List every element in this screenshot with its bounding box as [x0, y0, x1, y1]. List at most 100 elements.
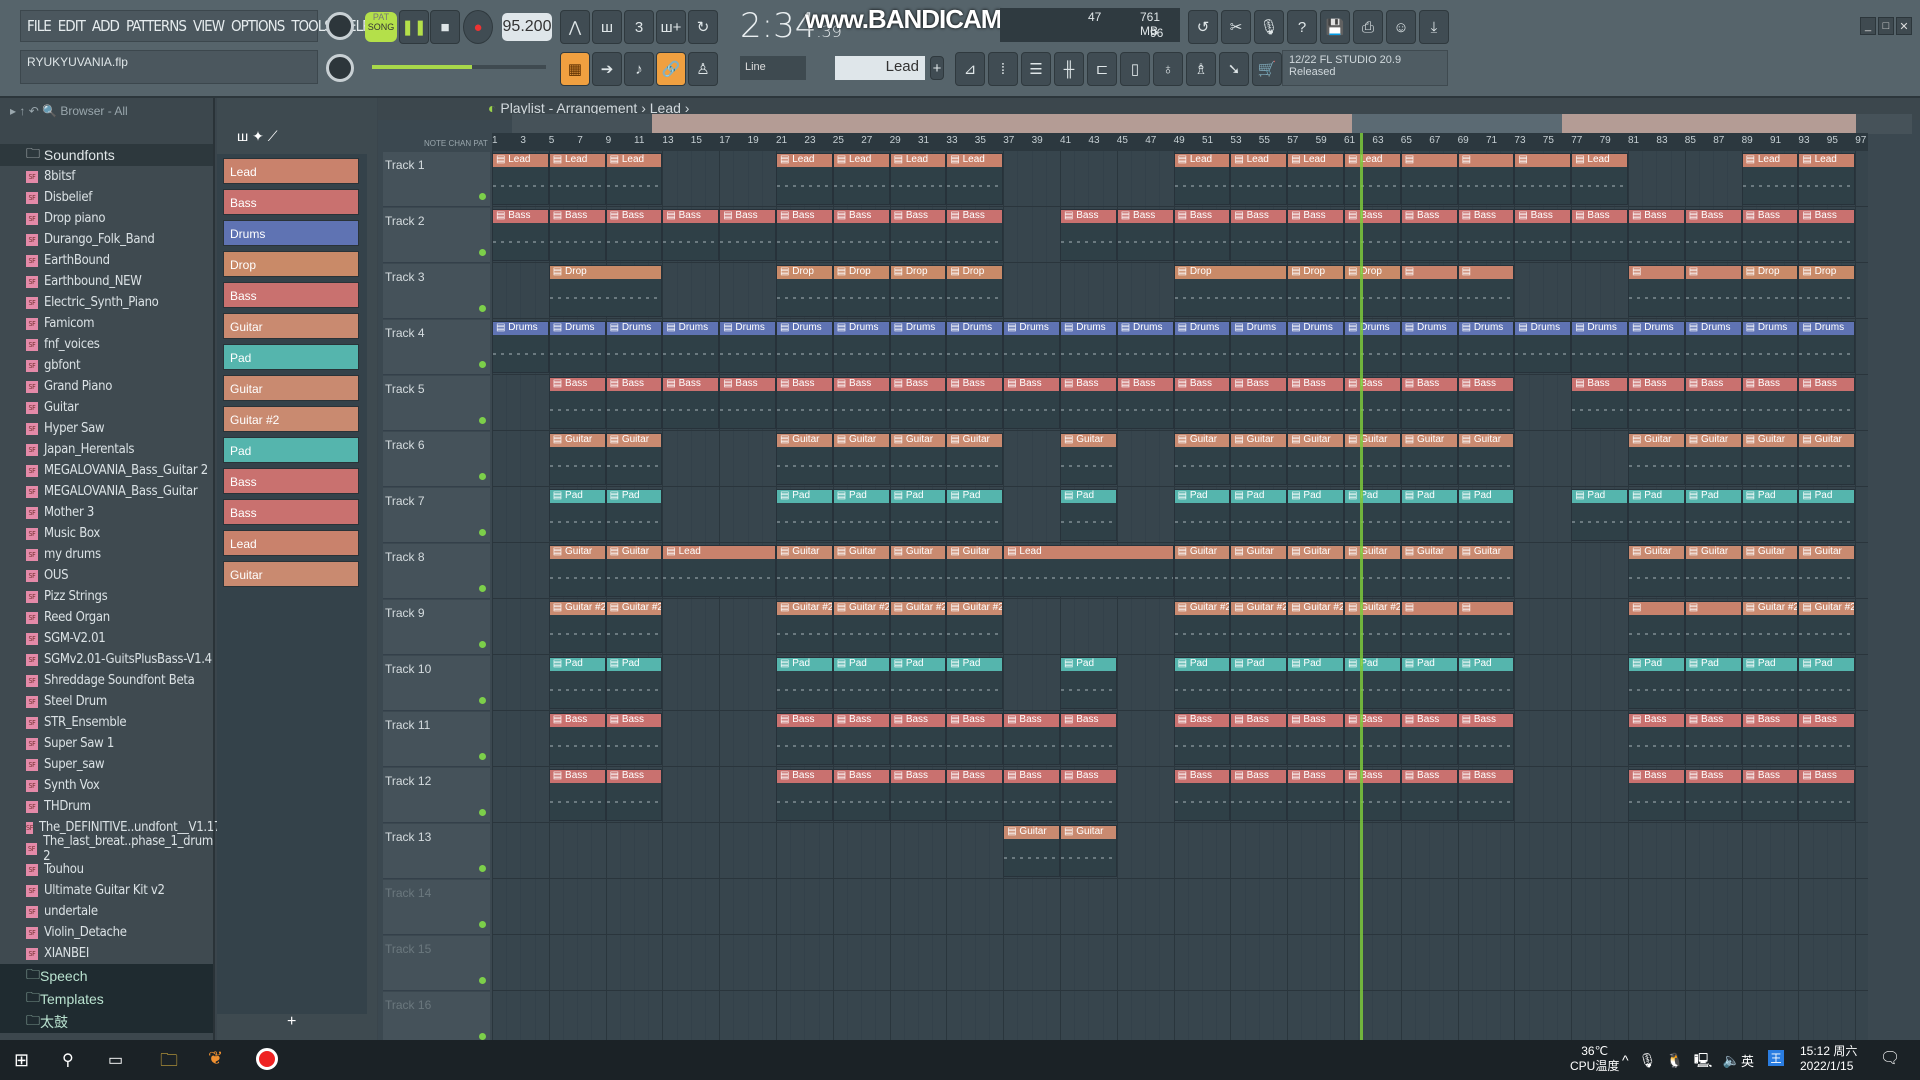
- minimize-icon[interactable]: _: [1860, 17, 1876, 35]
- clip-guitar-2[interactable]: ▤ Guitar #2: [832, 601, 890, 653]
- clip-bass[interactable]: ▤ Bass: [548, 377, 606, 429]
- clip-pattern[interactable]: ▤: [1457, 601, 1515, 653]
- clip-drums[interactable]: ▤ Drums: [1003, 321, 1060, 373]
- clip-guitar[interactable]: ▤ Guitar: [1060, 825, 1117, 877]
- clip-pad[interactable]: ▤ Pad: [776, 657, 833, 709]
- clip-drums[interactable]: ▤ Drums: [889, 321, 947, 373]
- clip-pad[interactable]: ▤ Pad: [1457, 489, 1515, 541]
- clip-pattern[interactable]: ▤: [1628, 265, 1685, 317]
- clip-bass[interactable]: ▤ Bass: [1741, 377, 1799, 429]
- mixer-faders-icon[interactable]: ╫: [1054, 52, 1084, 86]
- clip-guitar-2[interactable]: ▤ Guitar #2: [1344, 601, 1401, 653]
- clip-guitar-2[interactable]: ▤ Guitar #2: [1287, 601, 1344, 653]
- clip-drums[interactable]: ▤ Drums: [1230, 321, 1288, 373]
- clip-bass[interactable]: ▤ Bass: [662, 209, 720, 261]
- master-volume-slider[interactable]: [372, 65, 472, 69]
- clip-drums[interactable]: ▤ Drums: [1628, 321, 1685, 373]
- clip-guitar[interactable]: ▤ Guitar: [1287, 545, 1344, 597]
- clip-bass[interactable]: ▤ Bass: [1230, 769, 1288, 821]
- plugin-icon[interactable]: ♁: [1153, 52, 1183, 86]
- browser-icon[interactable]: ▯: [1120, 52, 1150, 86]
- cut-icon[interactable]: ✂: [1221, 10, 1251, 44]
- clip-guitar[interactable]: ▤ Guitar: [946, 433, 1004, 485]
- clip-pad[interactable]: ▤ Pad: [548, 489, 606, 541]
- clip-pad[interactable]: ▤ Pad: [1457, 657, 1515, 709]
- clip-bass[interactable]: ▤ Bass: [548, 769, 606, 821]
- menu-options[interactable]: OPTIONS: [231, 17, 285, 35]
- clip-bass[interactable]: ▤ Bass: [946, 713, 1004, 765]
- save-icon[interactable]: 💾: [1320, 10, 1350, 44]
- browser-item[interactable]: SF OUS: [0, 565, 213, 586]
- clip-bass[interactable]: ▤ Bass: [1457, 769, 1515, 821]
- clip-bass[interactable]: ▤ Bass: [605, 769, 663, 821]
- clip-pattern[interactable]: ▤: [1514, 153, 1572, 205]
- clip-drums[interactable]: ▤ Drums: [605, 321, 663, 373]
- clip-guitar[interactable]: ▤ Guitar: [1798, 433, 1856, 485]
- browser-folder[interactable]: 🗀 Speech: [0, 964, 213, 987]
- clip-lead[interactable]: ▤ Lead: [1741, 153, 1799, 205]
- pattern-item[interactable]: Drop: [223, 251, 359, 277]
- arrow-icon[interactable]: ➘: [1219, 52, 1249, 86]
- clip-drums[interactable]: ▤ Drums: [1514, 321, 1572, 373]
- clip-drums[interactable]: ▤ Drums: [548, 321, 606, 373]
- clip-lead[interactable]: ▤ Lead: [1798, 153, 1856, 205]
- pattern-item[interactable]: Guitar: [223, 561, 359, 587]
- clip-bass[interactable]: ▤ Bass: [946, 209, 1004, 261]
- clip-bass[interactable]: ▤ Bass: [1344, 713, 1401, 765]
- clip-guitar-2[interactable]: ▤ Guitar #2: [548, 601, 606, 653]
- maximize-icon[interactable]: □: [1878, 17, 1894, 35]
- clip-pattern[interactable]: ▤: [1400, 601, 1458, 653]
- clip-bass[interactable]: ▤ Bass: [1287, 209, 1344, 261]
- clip-guitar[interactable]: ▤ Guitar: [1230, 545, 1288, 597]
- clip-bass[interactable]: ▤ Bass: [1457, 377, 1515, 429]
- clip-lead[interactable]: ▤ Lead: [1003, 545, 1174, 597]
- browser-item[interactable]: SF Guitar: [0, 397, 213, 418]
- pattern-item[interactable]: Bass: [223, 282, 359, 308]
- browser-item[interactable]: SF gbfont: [0, 355, 213, 376]
- piano-roll-icon[interactable]: ⊿: [955, 52, 985, 86]
- overview-scrollbar[interactable]: [512, 114, 1912, 134]
- clip-drums[interactable]: ▤ Drums: [492, 321, 549, 373]
- clip-pad[interactable]: ▤ Pad: [889, 657, 947, 709]
- undo-icon[interactable]: ↺: [1188, 10, 1218, 44]
- clip-guitar[interactable]: ▤ Guitar: [605, 433, 663, 485]
- pattern-selector[interactable]: Lead: [835, 56, 925, 80]
- clip-guitar[interactable]: ▤ Guitar: [548, 545, 606, 597]
- menu-file[interactable]: FILE: [27, 17, 52, 35]
- master-pitch-knob[interactable]: [326, 54, 354, 82]
- browser-item[interactable]: SF undertale: [0, 901, 213, 922]
- clip-pattern[interactable]: ▤: [1457, 265, 1515, 317]
- clip-pad[interactable]: ▤ Pad: [605, 657, 663, 709]
- mixer-icon[interactable]: ☰: [1021, 52, 1051, 86]
- clip-pad[interactable]: ▤ Pad: [1400, 657, 1458, 709]
- clip-lead[interactable]: ▤ Lead: [605, 153, 663, 205]
- clip-guitar[interactable]: ▤ Guitar: [1173, 545, 1231, 597]
- clip-bass[interactable]: ▤ Bass: [1628, 769, 1685, 821]
- clip-bass[interactable]: ▤ Bass: [1173, 377, 1231, 429]
- clip-bass[interactable]: ▤ Bass: [1400, 209, 1458, 261]
- clip-bass[interactable]: ▤ Bass: [1116, 377, 1174, 429]
- clip-guitar[interactable]: ▤ Guitar: [832, 545, 890, 597]
- clip-bass[interactable]: ▤ Bass: [889, 377, 947, 429]
- add-pattern-icon[interactable]: +: [287, 1013, 296, 1031]
- clip-pad[interactable]: ▤ Pad: [1173, 489, 1231, 541]
- close-icon[interactable]: ✕: [1896, 17, 1912, 35]
- pattern-item[interactable]: Pad: [223, 437, 359, 463]
- record-button[interactable]: ●: [463, 10, 493, 44]
- clip-guitar-2[interactable]: ▤ Guitar #2: [946, 601, 1004, 653]
- clip-bass[interactable]: ▤ Bass: [1060, 377, 1117, 429]
- track-header[interactable]: Track 2: [383, 208, 490, 263]
- clip-lead[interactable]: ▤ Lead: [946, 153, 1004, 205]
- clip-drums[interactable]: ▤ Drums: [1400, 321, 1458, 373]
- browser-item[interactable]: SF XIANBEI: [0, 943, 213, 964]
- pattern-item[interactable]: Drums: [223, 220, 359, 246]
- browser-item[interactable]: SF Super Saw 1: [0, 733, 213, 754]
- browser-item[interactable]: SF Disbelief: [0, 187, 213, 208]
- clip-bass[interactable]: ▤ Bass: [662, 377, 720, 429]
- metronome-button[interactable]: ⋀: [560, 10, 590, 44]
- clip-guitar[interactable]: ▤ Guitar: [946, 545, 1004, 597]
- clip-guitar-2[interactable]: ▤ Guitar #2: [1798, 601, 1856, 653]
- start-icon[interactable]: ⊞: [14, 1050, 29, 1071]
- clip-bass[interactable]: ▤ Bass: [1344, 377, 1401, 429]
- clip-lead[interactable]: ▤ Lead: [1173, 153, 1231, 205]
